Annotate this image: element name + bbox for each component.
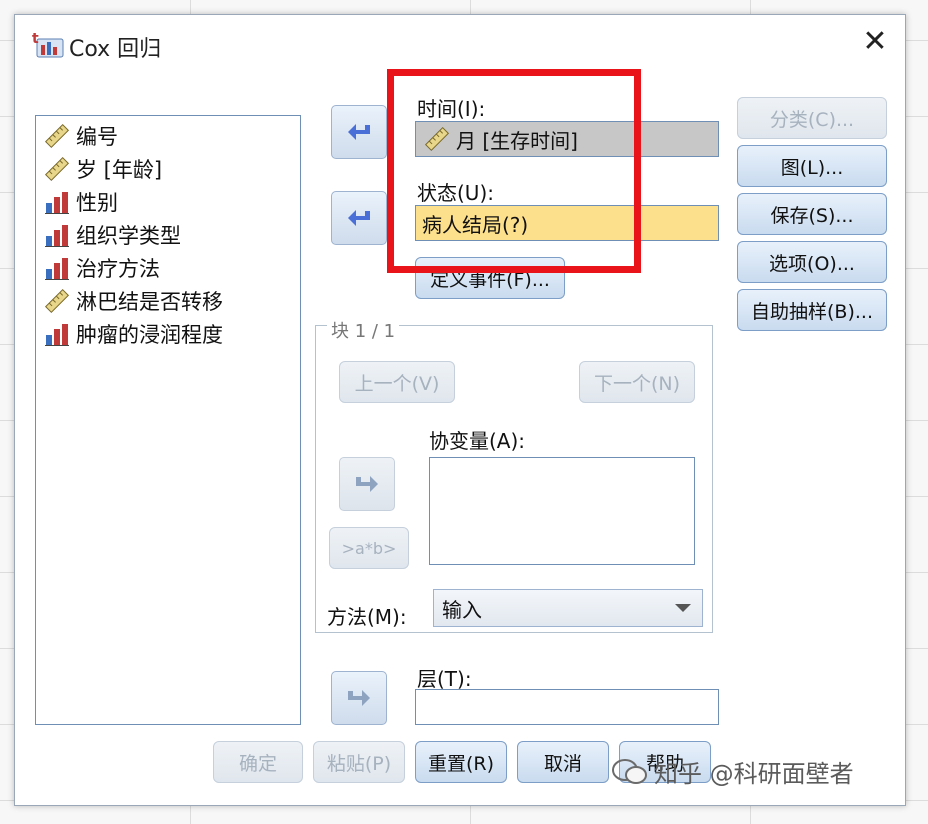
arrow-right-icon bbox=[356, 476, 378, 492]
variable-list-item[interactable]: 淋巴结是否转移 bbox=[44, 285, 223, 317]
variable-label: 肿瘤的浸润程度 bbox=[76, 323, 223, 347]
method-label: 方法(M): bbox=[327, 605, 407, 629]
next-block-button[interactable]: 下一个(N) bbox=[579, 361, 695, 403]
interaction-button[interactable]: >a*b> bbox=[329, 527, 409, 569]
variable-label: 治疗方法 bbox=[76, 257, 160, 281]
variable-label: 淋巴结是否转移 bbox=[76, 290, 223, 314]
method-select[interactable]: 输入 bbox=[433, 589, 703, 627]
variable-list-item[interactable]: 岁 [年龄] bbox=[44, 153, 162, 185]
variable-list-item[interactable]: 性别 bbox=[44, 186, 118, 218]
variable-list-item[interactable]: 肿瘤的浸润程度 bbox=[44, 318, 223, 350]
options-button[interactable]: 选项(O)... bbox=[737, 241, 887, 283]
move-to-status-button[interactable] bbox=[331, 191, 387, 245]
variable-label: 岁 [年龄] bbox=[76, 158, 163, 182]
title-bar: t Cox 回归 ✕ bbox=[15, 15, 905, 73]
bootstrap-button[interactable]: 自助抽样(B)... bbox=[737, 289, 887, 331]
cancel-button[interactable]: 取消 bbox=[517, 741, 609, 783]
move-to-covariates-button[interactable] bbox=[339, 457, 395, 511]
covariates-list[interactable] bbox=[429, 457, 695, 565]
ok-button[interactable]: 确定 bbox=[213, 741, 303, 783]
watermark-text: 知乎 @科研面壁者 bbox=[654, 760, 854, 788]
previous-block-button[interactable]: 上一个(V) bbox=[339, 361, 455, 403]
arrow-right-icon bbox=[348, 690, 370, 706]
bar-chart-icon bbox=[44, 321, 70, 347]
arrow-left-icon bbox=[348, 210, 370, 226]
plots-button[interactable]: 图(L)... bbox=[737, 145, 887, 187]
ruler-icon bbox=[44, 123, 70, 149]
move-to-time-button[interactable] bbox=[331, 105, 387, 159]
move-to-strata-button[interactable] bbox=[331, 671, 387, 725]
categorical-button[interactable]: 分类(C)... bbox=[737, 97, 887, 139]
variable-list-item[interactable]: 组织学类型 bbox=[44, 219, 181, 251]
strata-label: 层(T): bbox=[417, 667, 472, 691]
method-value: 输入 bbox=[442, 597, 482, 622]
variable-label: 性别 bbox=[76, 191, 118, 215]
variable-list-item[interactable]: 治疗方法 bbox=[44, 252, 160, 284]
arrow-left-icon bbox=[348, 124, 370, 140]
strata-field[interactable] bbox=[415, 689, 719, 725]
svg-text:t: t bbox=[32, 31, 39, 47]
chevron-down-icon bbox=[675, 604, 691, 612]
source-variable-list[interactable]: 编号岁 [年龄] 性别组织学类型治疗方法淋巴结是否转移 肿瘤的浸润程度 bbox=[35, 115, 301, 725]
dialog-title: Cox 回归 bbox=[69, 37, 162, 62]
variable-list-item[interactable]: 编号 bbox=[44, 120, 118, 152]
watermark: 知乎 @科研面壁者 bbox=[612, 754, 854, 789]
variable-label: 组织学类型 bbox=[76, 224, 181, 248]
highlight-annotation-box bbox=[387, 69, 641, 273]
spss-app-icon: t bbox=[32, 31, 64, 58]
reset-button[interactable]: 重置(R) bbox=[415, 741, 507, 783]
bar-chart-icon bbox=[44, 189, 70, 215]
bar-chart-icon bbox=[44, 222, 70, 248]
wechat-icon bbox=[612, 758, 647, 784]
bar-chart-icon bbox=[44, 255, 70, 281]
cox-regression-dialog: t Cox 回归 ✕ 编号岁 [年龄] 性别组织学类型治疗方法淋巴结是否转移 肿瘤的… bbox=[14, 14, 906, 806]
save-button[interactable]: 保存(S)... bbox=[737, 193, 887, 235]
ruler-icon bbox=[44, 156, 70, 182]
paste-button[interactable]: 粘贴(P) bbox=[313, 741, 405, 783]
ruler-icon bbox=[44, 288, 70, 314]
covariates-label: 协变量(A): bbox=[429, 429, 526, 453]
close-icon[interactable]: ✕ bbox=[857, 27, 893, 59]
variable-label: 编号 bbox=[76, 125, 118, 149]
block-title: 块 1 / 1 bbox=[327, 317, 400, 343]
